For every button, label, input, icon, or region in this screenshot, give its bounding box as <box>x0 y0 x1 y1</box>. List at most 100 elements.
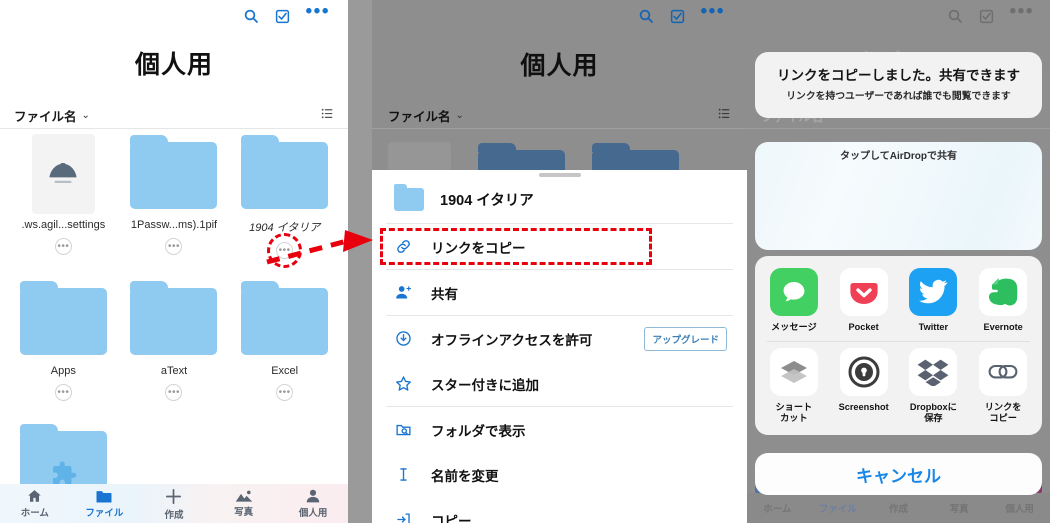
menu-item-allow-offline-access[interactable]: オフラインアクセスを許可 アップグレード <box>372 316 747 361</box>
menu-item-rename[interactable]: 名前を変更 <box>372 452 747 497</box>
nav-label: 作成 <box>888 504 908 515</box>
generic-file-icon <box>31 134 95 214</box>
file-name: Excel <box>271 365 299 378</box>
share-target-label: Pocket <box>848 322 879 332</box>
copy-link-icon <box>979 348 1028 397</box>
file-item[interactable]: 1Passw...ms).1pif ••• <box>119 135 230 282</box>
share-target-shortcuts[interactable]: ショート カット <box>759 348 829 424</box>
nav-label: 写真 <box>949 504 969 515</box>
menu-item-label: オフラインアクセスを許可 <box>431 332 593 348</box>
file-name: aText <box>160 365 188 378</box>
file-thumbnail <box>130 135 218 211</box>
cancel-button[interactable]: キャンセル <box>755 453 1042 495</box>
file-more-button[interactable]: ••• <box>165 238 183 255</box>
nav-item-files[interactable]: ファイル <box>70 489 140 519</box>
share-target-screenshot[interactable]: Screenshot <box>829 348 899 424</box>
person-add-icon <box>394 284 413 301</box>
file-name: Apps <box>50 365 76 378</box>
list-view-icon[interactable] <box>321 107 334 125</box>
menu-item-label: コピー <box>431 513 472 523</box>
menu-item-label: フォルダで表示 <box>431 423 526 439</box>
nav-item-photos[interactable]: 写真 <box>209 489 279 518</box>
more-options-icon[interactable]: ••• <box>306 2 330 24</box>
toast-title: リンクをコピーしました。共有できます <box>777 68 1020 83</box>
cancel-label: キャンセル <box>856 466 941 486</box>
nav-item-personal[interactable]: 個人用 <box>278 488 348 519</box>
share-target-evernote[interactable]: Evernote <box>968 268 1038 333</box>
list-view-icon[interactable] <box>718 107 731 125</box>
nav-item-personal[interactable]: 個人用 <box>989 501 1050 515</box>
checkbox-select-icon[interactable] <box>979 9 994 24</box>
share-target-twitter[interactable]: Twitter <box>899 268 969 333</box>
file-more-button[interactable]: ••• <box>54 384 72 402</box>
file-item[interactable]: Apps ••• <box>8 281 119 424</box>
file-more-button-highlighted[interactable]: ••• <box>267 233 303 268</box>
top-toolbar: ••• <box>372 0 747 32</box>
file-item[interactable]: .ws.agil...settings ••• <box>8 134 119 282</box>
menu-item-label: リンクをコピー <box>431 240 526 256</box>
pocket-icon <box>839 268 888 316</box>
sort-label: ファイル名 <box>14 110 77 124</box>
panel-file-browser: ••• 個人用 ファイル名 ⌄ .ws.agil...settings ••• … <box>0 0 348 523</box>
share-app-row-1: メッセージ Pocket Twitter Evernote <box>755 262 1042 341</box>
share-target-pocket[interactable]: Pocket <box>829 268 899 333</box>
nav-label: 個人用 <box>298 508 328 519</box>
menu-item-share[interactable]: 共有 <box>372 270 747 315</box>
context-menu-header: 1904 イタリア <box>372 182 747 223</box>
search-icon[interactable] <box>947 8 963 24</box>
checkbox-select-icon[interactable] <box>275 9 290 24</box>
share-target-messages[interactable]: メッセージ <box>759 268 829 333</box>
file-item[interactable]: aText ••• <box>119 281 230 424</box>
nav-label: 作成 <box>164 509 184 521</box>
dimmed-folder-thumb <box>478 143 565 170</box>
upgrade-badge[interactable]: アップグレード <box>644 326 727 351</box>
nav-item-files[interactable]: ファイル <box>808 501 869 515</box>
bottom-navigation-bar: ホーム ファイル 作成 写真 個人用 <box>0 484 348 523</box>
airdrop-section[interactable]: タップしてAirDropで共有 <box>755 142 1042 250</box>
nav-item-create[interactable]: 作成 <box>868 501 929 515</box>
menu-item-show-in-folder[interactable]: フォルダで表示 <box>372 407 747 452</box>
share-target-copy-link[interactable]: リンクを コピー <box>968 348 1038 424</box>
nav-item-photos[interactable]: 写真 <box>929 501 990 515</box>
file-name: .ws.agil...settings <box>21 219 106 231</box>
file-item[interactable]: Excel ••• <box>229 281 340 424</box>
file-item-1904-italia[interactable]: 1904 イタリア ••• <box>229 135 340 282</box>
folder-icon <box>241 135 329 209</box>
page-title: 個人用 <box>520 52 599 80</box>
nav-item-home[interactable]: ホーム <box>747 501 808 515</box>
file-name: 1Passw...ms).1pif <box>130 219 218 231</box>
search-icon[interactable] <box>638 8 654 24</box>
file-more-button[interactable]: ••• <box>165 384 183 402</box>
sort-bar: ファイル名 ⌄ <box>0 103 348 129</box>
airdrop-title: タップしてAirDropで共有 <box>840 151 957 162</box>
nav-item-create[interactable]: 作成 <box>139 487 209 521</box>
file-grid: .ws.agil...settings ••• 1Passw...ms).1pi… <box>0 134 348 523</box>
more-options-icon[interactable]: ••• <box>701 2 725 24</box>
screenshot-root: ••• 個人用 ファイル名 ⌄ .ws.agil...settings ••• … <box>0 0 1050 523</box>
sort-dropdown[interactable]: ファイル名 ⌄ <box>388 106 464 125</box>
sheet-grabber-handle[interactable] <box>538 173 581 177</box>
file-name: 1904 イタリア <box>249 222 321 234</box>
menu-item-add-star[interactable]: スター付きに追加 <box>372 361 747 406</box>
menu-item-copy[interactable]: コピー <box>372 497 747 523</box>
sort-bar: ファイル名 ⌄ <box>372 103 747 129</box>
nav-item-home[interactable]: ホーム <box>0 488 70 519</box>
file-more-button[interactable]: ••• <box>276 384 294 402</box>
twitter-icon <box>909 268 958 316</box>
checkbox-select-icon[interactable] <box>670 9 685 24</box>
folder-icon <box>19 281 107 356</box>
nav-label: ファイル <box>818 504 857 515</box>
file-thumbnail <box>241 281 329 357</box>
file-more-button[interactable]: ••• <box>54 238 72 255</box>
sort-dropdown[interactable]: ファイル名 ⌄ <box>14 106 90 125</box>
search-icon[interactable] <box>243 8 259 24</box>
file-thumbnail <box>241 135 329 211</box>
share-target-dropbox[interactable]: Dropboxに 保存 <box>899 348 969 424</box>
nav-label: 写真 <box>234 507 254 518</box>
file-thumbnail <box>130 281 218 357</box>
more-options-icon[interactable]: ••• <box>1010 2 1034 24</box>
menu-item-copy-link[interactable]: リンクをコピー <box>372 224 747 269</box>
menu-item-label: 共有 <box>431 286 458 302</box>
nav-label: ホーム <box>763 504 792 515</box>
text-cursor-icon <box>394 466 413 483</box>
